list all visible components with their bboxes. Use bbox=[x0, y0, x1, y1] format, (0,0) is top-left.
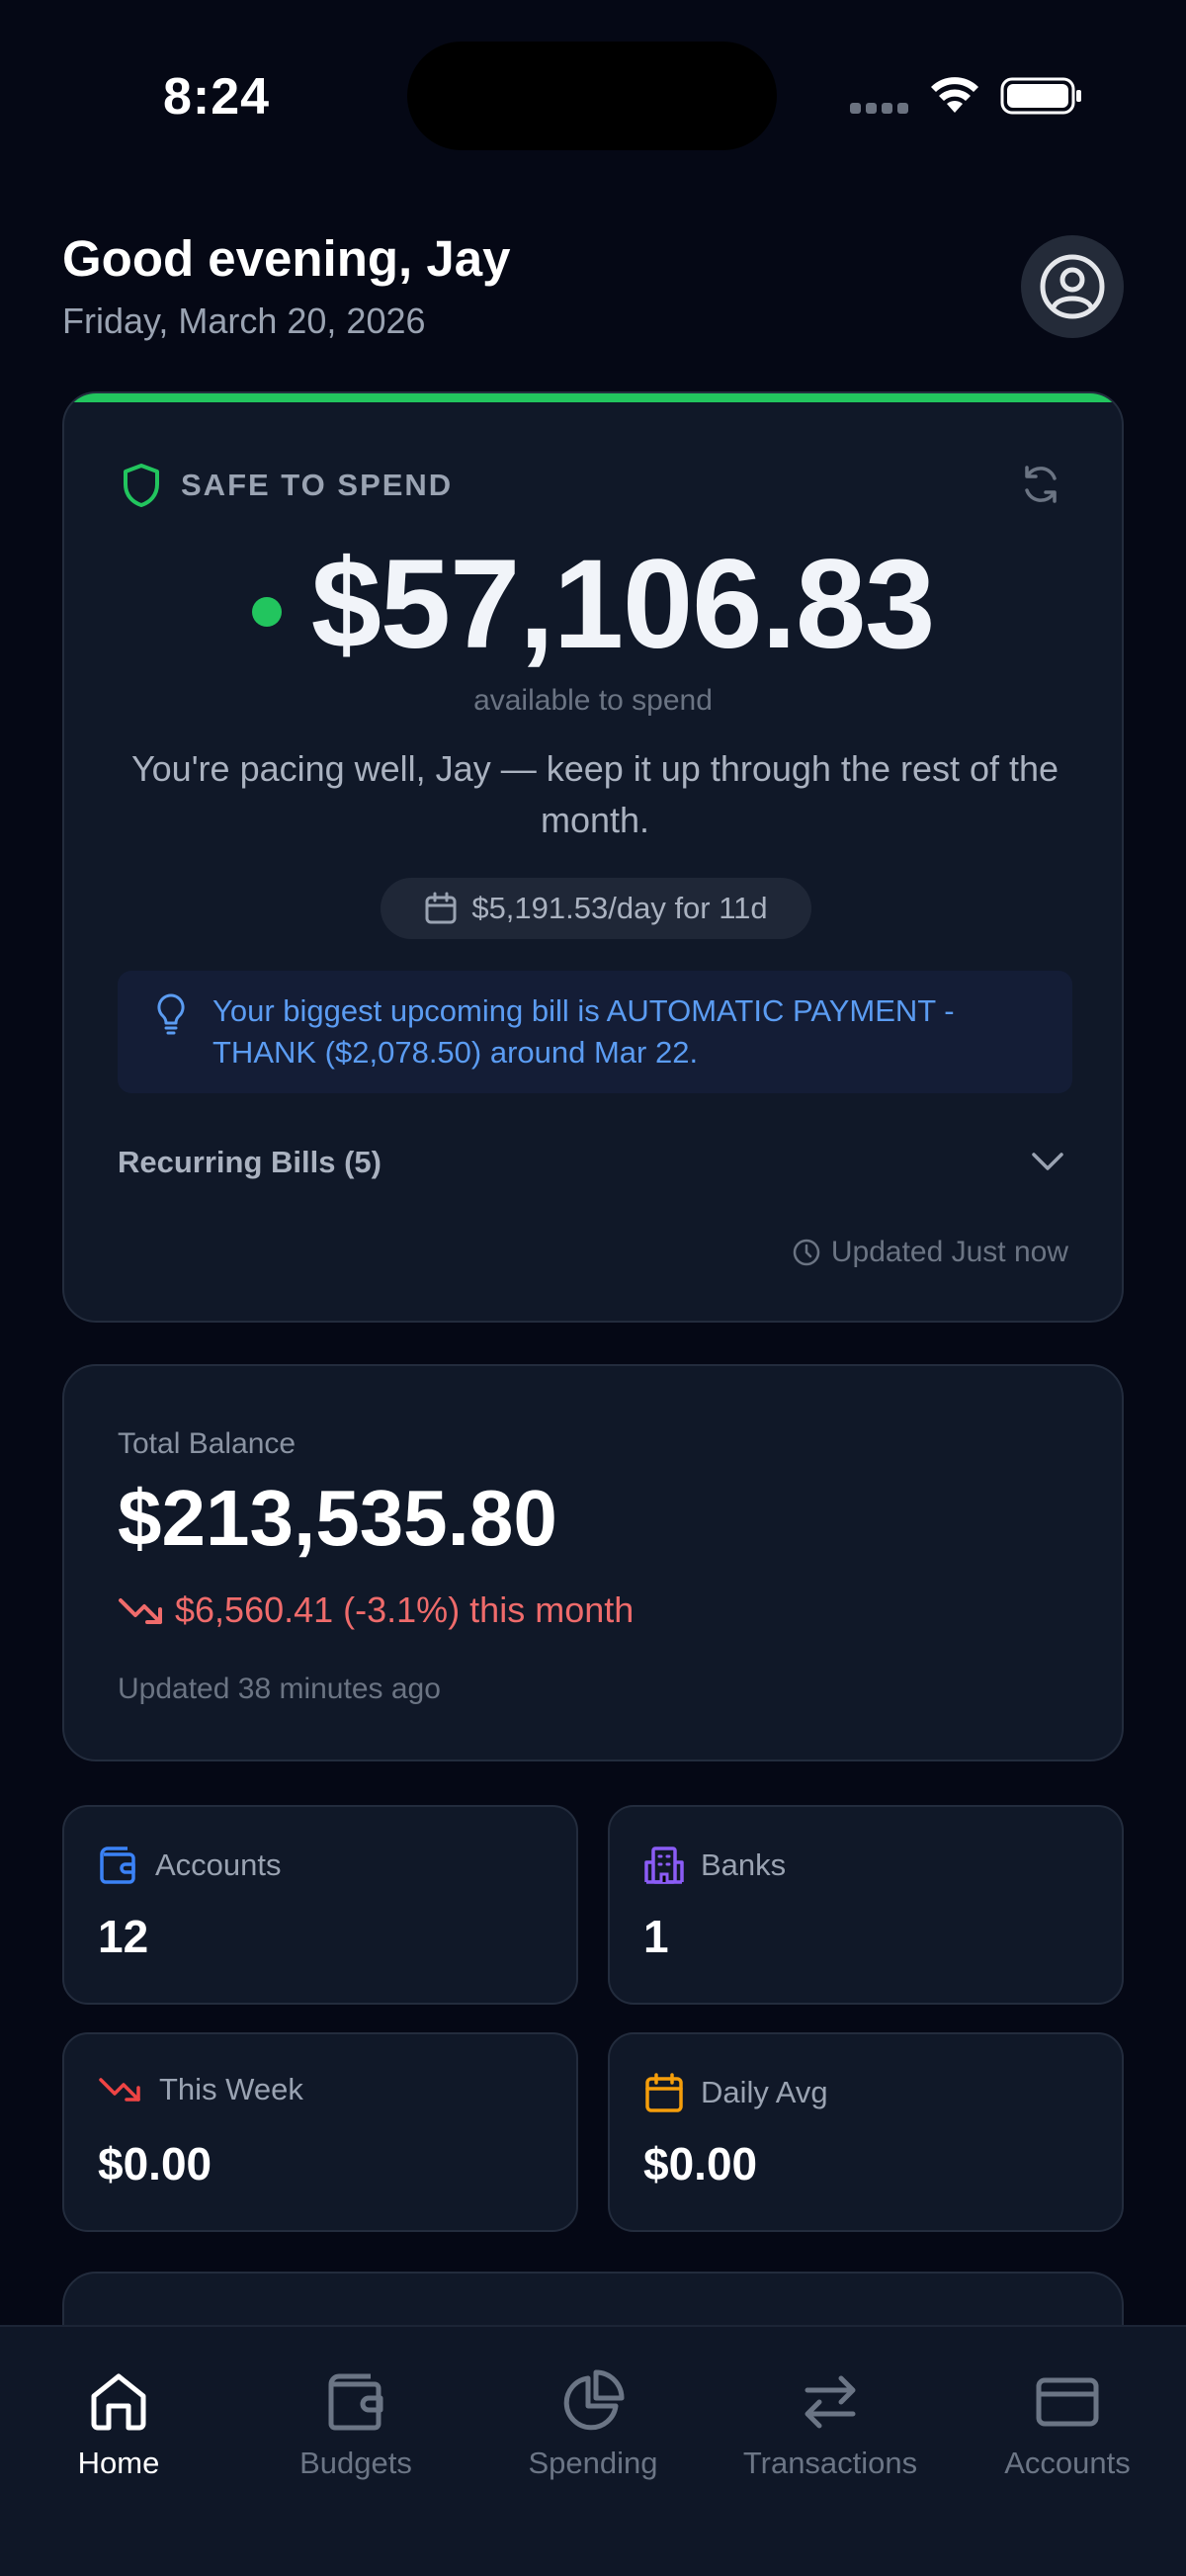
safe-amount-row: $57,106.83 bbox=[64, 532, 1122, 677]
stat-header: Accounts bbox=[98, 1845, 282, 1886]
stat-value: 12 bbox=[98, 1911, 149, 1962]
nav-label: Accounts bbox=[1004, 2446, 1131, 2480]
pacing-message: You're pacing well, Jay — keep it up thr… bbox=[130, 748, 1059, 840]
lightbulb-icon bbox=[157, 993, 185, 1035]
wallet-icon bbox=[100, 1846, 135, 1884]
building-icon bbox=[644, 1846, 684, 1884]
stat-card-accounts[interactable]: Accounts 12 bbox=[62, 1805, 578, 2005]
wallet-icon bbox=[328, 2373, 383, 2431]
stat-card-banks[interactable]: Banks 1 bbox=[608, 1805, 1124, 2005]
greeting: Good evening, Jay bbox=[62, 230, 511, 287]
home-icon bbox=[91, 2373, 146, 2431]
nav-label: Spending bbox=[528, 2446, 658, 2480]
safe-status-bar bbox=[64, 393, 1122, 402]
nav-transactions[interactable]: Transactions bbox=[712, 2366, 949, 2481]
stat-value: $0.00 bbox=[643, 2138, 758, 2190]
nav-budgets[interactable]: Budgets bbox=[237, 2366, 474, 2481]
stat-header: Banks bbox=[643, 1845, 786, 1886]
dynamic-island bbox=[407, 42, 777, 150]
balance-change: $6,560.41 (-3.1%) this month bbox=[118, 1589, 634, 1631]
pie-chart-icon bbox=[563, 2369, 625, 2431]
recurring-bills-toggle[interactable]: Recurring Bills (5) bbox=[118, 1145, 381, 1180]
nav-label: Home bbox=[77, 2446, 160, 2480]
stat-header: Daily Avg bbox=[643, 2072, 828, 2113]
bill-tip-text: Your biggest upcoming bill is AUTOMATIC … bbox=[212, 993, 955, 1070]
stat-label: This Week bbox=[159, 2072, 303, 2106]
trending-down-icon bbox=[119, 1598, 162, 1624]
signal-icon bbox=[850, 103, 909, 117]
nav-spending[interactable]: Spending bbox=[474, 2366, 712, 2481]
calendar-icon bbox=[645, 2073, 683, 2112]
nav-label: Budgets bbox=[299, 2446, 412, 2480]
stat-label: Daily Avg bbox=[701, 2075, 828, 2109]
total-balance-card[interactable]: Total Balance $213,535.80 $6,560.41 (-3.… bbox=[62, 1364, 1124, 1761]
nav-label: Transactions bbox=[742, 2446, 918, 2480]
total-balance-amount: $213,535.80 bbox=[118, 1474, 557, 1562]
safe-to-spend-card: SAFE TO SPEND $57,106.83 available to sp… bbox=[62, 391, 1124, 1323]
battery-icon bbox=[1000, 77, 1081, 115]
credit-card-icon bbox=[1036, 2377, 1099, 2427]
total-balance-label: Total Balance bbox=[118, 1427, 296, 1460]
balance-change-text: $6,560.41 (-3.1%) this month bbox=[175, 1589, 635, 1630]
safe-to-spend-header: SAFE TO SPEND bbox=[122, 463, 453, 508]
bottom-nav: Home Budgets Spending Transactions Accou… bbox=[0, 2325, 1186, 2576]
stat-label: Banks bbox=[701, 1847, 787, 1882]
current-date: Friday, March 20, 2026 bbox=[62, 301, 426, 341]
shield-icon bbox=[124, 464, 159, 507]
user-circle-icon bbox=[1040, 254, 1105, 319]
calendar-icon bbox=[425, 892, 457, 924]
chevron-down-icon[interactable] bbox=[1029, 1147, 1066, 1176]
status-dot bbox=[251, 596, 282, 627]
stat-value: 1 bbox=[643, 1911, 669, 1962]
status-bar: 8:24 bbox=[0, 0, 1186, 188]
profile-button[interactable] bbox=[1021, 235, 1124, 338]
safe-updated-text: Updated Just now bbox=[830, 1236, 1068, 1268]
stat-label: Accounts bbox=[155, 1847, 282, 1882]
available-label: available to spend bbox=[473, 684, 713, 717]
refresh-icon[interactable] bbox=[1019, 463, 1062, 506]
trending-down-icon bbox=[99, 2078, 140, 2102]
safe-to-spend-amount: $57,106.83 bbox=[310, 534, 936, 675]
safe-to-spend-label: SAFE TO SPEND bbox=[181, 468, 454, 502]
wifi-icon bbox=[931, 77, 978, 113]
per-day-text: $5,191.53/day for 11d bbox=[471, 891, 768, 925]
bill-tip: Your biggest upcoming bill is AUTOMATIC … bbox=[118, 971, 1072, 1093]
stat-card-daily-avg[interactable]: Daily Avg $0.00 bbox=[608, 2032, 1124, 2232]
stat-card-this-week[interactable]: This Week $0.00 bbox=[62, 2032, 578, 2232]
per-day-pill: $5,191.53/day for 11d bbox=[381, 878, 811, 939]
balance-updated: Updated 38 minutes ago bbox=[118, 1673, 441, 1705]
stat-value: $0.00 bbox=[98, 2138, 212, 2190]
arrows-left-right-icon bbox=[805, 2375, 856, 2429]
status-time: 8:24 bbox=[163, 68, 271, 126]
clock-icon bbox=[793, 1239, 820, 1266]
nav-home[interactable]: Home bbox=[0, 2366, 237, 2481]
safe-updated: Updated Just now bbox=[792, 1236, 1068, 1269]
nav-accounts[interactable]: Accounts bbox=[949, 2366, 1186, 2481]
stat-header: This Week bbox=[98, 2072, 303, 2107]
